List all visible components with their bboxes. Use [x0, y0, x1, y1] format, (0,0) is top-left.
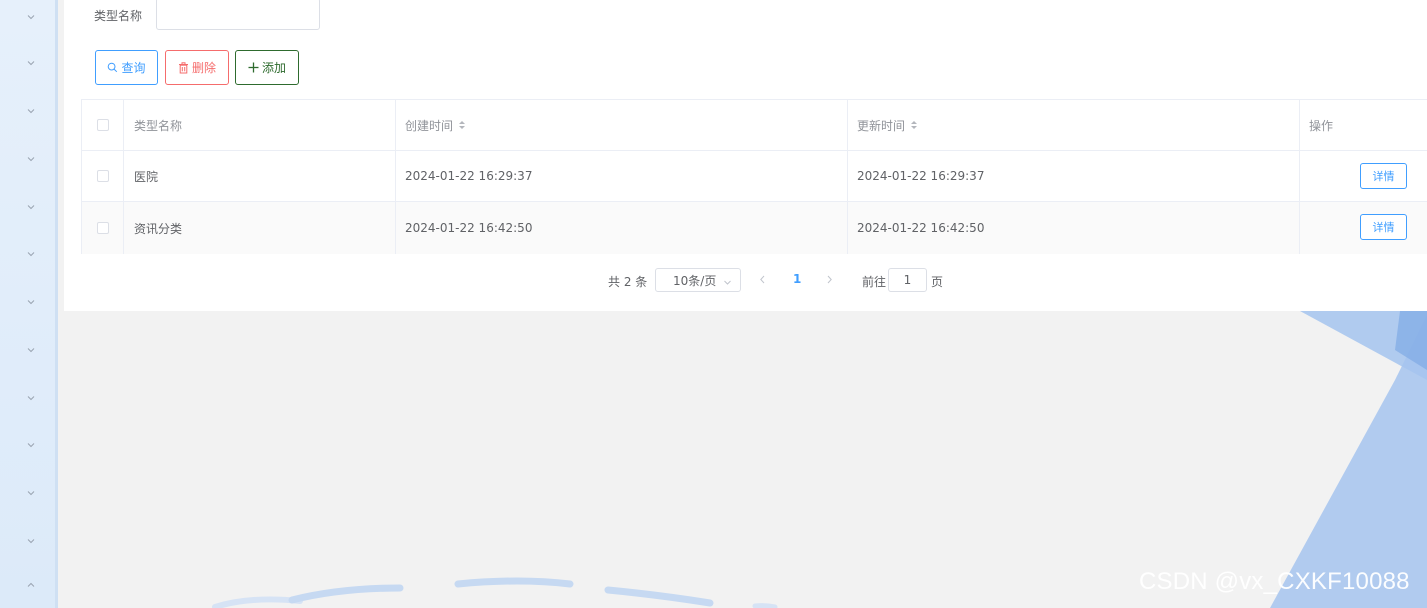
- search-icon: [107, 62, 118, 73]
- page-number-current[interactable]: 1: [793, 272, 801, 286]
- pagination-total: 共 2 条: [608, 275, 648, 289]
- sidebar-chevron-down-icon[interactable]: [26, 488, 36, 498]
- data-table: 类型名称 创建时间 更新时间 操作 医院 2024-01-22 16:29:37…: [81, 99, 1427, 254]
- sidebar-chevron-down-icon[interactable]: [26, 12, 36, 22]
- row-checkbox-cell: [82, 202, 124, 254]
- sidebar-chevron-down-icon[interactable]: [26, 440, 36, 450]
- header-type-name: 类型名称: [124, 100, 396, 150]
- search-label: 类型名称: [94, 9, 143, 23]
- select-all-checkbox[interactable]: [96, 119, 109, 131]
- delete-button-label: 删除: [191, 61, 216, 75]
- updated-time-cell: 2024-01-22 16:29:37: [848, 151, 1300, 201]
- header-created-time-label: 创建时间: [405, 118, 454, 133]
- table-row: 资讯分类 2024-01-22 16:42:50 2024-01-22 16:4…: [82, 202, 1427, 254]
- sidebar-chevron-down-icon[interactable]: [26, 58, 36, 68]
- created-time-value: 2024-01-22 16:42:50: [405, 221, 533, 235]
- watermark-text: CSDN @vx_CXKF10088: [1139, 568, 1410, 595]
- table-header-row: 类型名称 创建时间 更新时间 操作: [82, 100, 1427, 151]
- sidebar-chevron-down-icon[interactable]: [26, 297, 36, 307]
- type-name-search-input[interactable]: [156, 0, 320, 30]
- sidebar-chevron-down-icon[interactable]: [26, 249, 36, 259]
- sort-icon[interactable]: [910, 120, 918, 130]
- page-suffix-label: 页: [931, 275, 944, 289]
- header-updated-time-label: 更新时间: [857, 118, 906, 133]
- table-row: 医院 2024-01-22 16:29:37 2024-01-22 16:29:…: [82, 151, 1427, 202]
- sort-icon[interactable]: [458, 120, 466, 130]
- plus-icon: [248, 62, 259, 73]
- header-created-time[interactable]: 创建时间: [396, 100, 848, 150]
- updated-time-value: 2024-01-22 16:42:50: [857, 221, 985, 235]
- row-checkbox[interactable]: [96, 222, 109, 234]
- chevron-left-icon: [760, 275, 765, 284]
- type-name-value: 医院: [134, 169, 159, 184]
- header-updated-time[interactable]: 更新时间: [848, 100, 1300, 150]
- sidebar-chevron-down-icon[interactable]: [26, 106, 36, 116]
- detail-button[interactable]: 详情: [1360, 214, 1407, 240]
- sidebar-chevron-down-icon[interactable]: [26, 202, 36, 212]
- query-button-label: 查询: [121, 61, 146, 75]
- next-page-button[interactable]: [826, 273, 833, 287]
- goto-label: 前往: [862, 275, 887, 289]
- header-checkbox-cell: [82, 100, 124, 150]
- sidebar-chevron-up-icon[interactable]: [26, 580, 36, 590]
- prev-page-button[interactable]: [759, 273, 766, 287]
- chevron-right-icon: [827, 275, 832, 284]
- updated-time-value: 2024-01-22 16:29:37: [857, 169, 985, 183]
- main-panel: 类型名称 查询 删除 添加 类型名称 创建时间 更新时间 操作 医院 2024-…: [64, 0, 1427, 311]
- sidebar-chevron-down-icon[interactable]: [26, 345, 36, 355]
- add-button-label: 添加: [261, 61, 286, 75]
- page-size-select[interactable]: 10条/页: [655, 268, 741, 292]
- updated-time-cell: 2024-01-22 16:42:50: [848, 202, 1300, 254]
- sidebar-chevron-down-icon[interactable]: [26, 154, 36, 164]
- chevron-down-icon: [723, 276, 732, 290]
- trash-icon: [178, 61, 189, 74]
- created-time-cell: 2024-01-22 16:42:50: [396, 202, 848, 254]
- created-time-value: 2024-01-22 16:29:37: [405, 169, 533, 183]
- sidebar: [0, 0, 58, 608]
- sidebar-chevron-down-icon[interactable]: [26, 536, 36, 546]
- header-type-name-label: 类型名称: [134, 118, 183, 133]
- page-size-value: 10条/页: [673, 273, 717, 288]
- add-button[interactable]: 添加: [235, 50, 299, 85]
- sidebar-chevron-down-icon[interactable]: [26, 393, 36, 403]
- header-actions-label: 操作: [1309, 118, 1334, 133]
- detail-button[interactable]: 详情: [1360, 163, 1407, 189]
- goto-page-input[interactable]: [888, 268, 927, 292]
- type-name-cell: 医院: [124, 151, 396, 201]
- type-name-value: 资讯分类: [134, 221, 183, 236]
- delete-button[interactable]: 删除: [165, 50, 229, 85]
- created-time-cell: 2024-01-22 16:29:37: [396, 151, 848, 201]
- query-button[interactable]: 查询: [95, 50, 158, 85]
- header-actions: 操作: [1300, 100, 1427, 150]
- type-name-cell: 资讯分类: [124, 202, 396, 254]
- row-checkbox-cell: [82, 151, 124, 201]
- row-checkbox[interactable]: [96, 170, 109, 182]
